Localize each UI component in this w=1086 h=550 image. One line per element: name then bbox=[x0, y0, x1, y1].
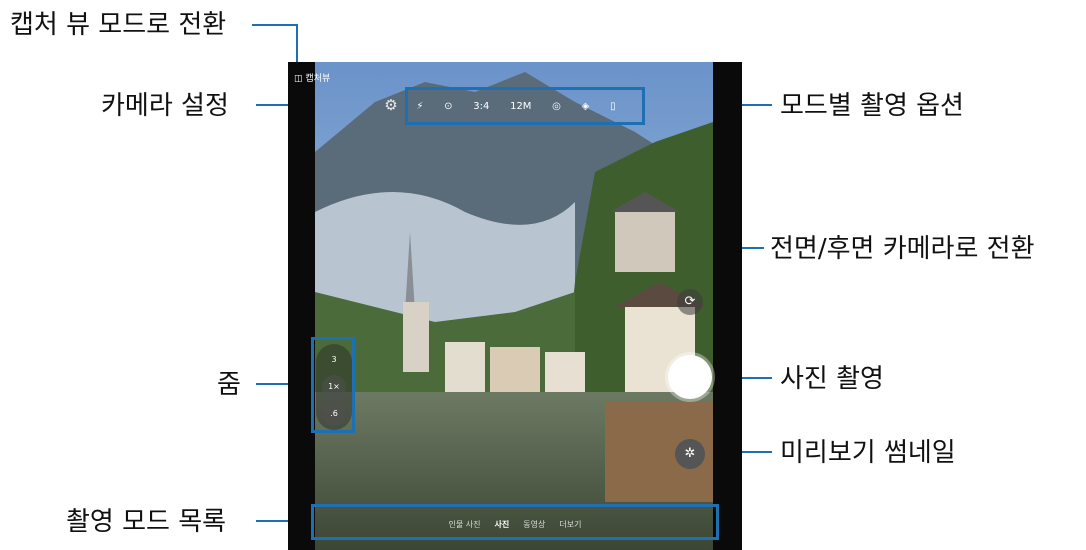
rotate-camera-icon: ⟳ bbox=[684, 294, 696, 309]
settings-button[interactable]: ⚙ bbox=[382, 96, 400, 114]
highlight-mode-options bbox=[405, 87, 645, 125]
callout-zoom: 줌 bbox=[217, 370, 241, 400]
switch-camera-button[interactable]: ⟳ bbox=[677, 289, 703, 315]
callout-switch-camera: 전면/후면 카메라로 전환 bbox=[770, 234, 1035, 264]
shutter-button[interactable] bbox=[668, 355, 712, 399]
preview-thumbnail[interactable]: ✲ bbox=[675, 439, 705, 469]
callout-mode-options: 모드별 촬영 옵션 bbox=[780, 91, 964, 121]
capture-view-label: 캡처뷰 bbox=[305, 74, 331, 84]
callout-preview-thumbnail: 미리보기 썸네일 bbox=[780, 438, 956, 468]
callout-camera-settings: 카메라 설정 bbox=[101, 91, 229, 121]
callout-capture-view: 캡처 뷰 모드로 전환 bbox=[10, 10, 227, 40]
capture-view-toggle[interactable]: ◫ 캡처뷰 bbox=[294, 71, 330, 84]
viewfinder-photo bbox=[315, 62, 713, 550]
highlight-zoom bbox=[311, 337, 355, 433]
split-view-icon: ◫ bbox=[294, 74, 303, 84]
callout-line-capture-view bbox=[252, 24, 298, 26]
gear-icon: ⚙ bbox=[384, 96, 398, 114]
callout-mode-list: 촬영 모드 목록 bbox=[66, 507, 227, 537]
camera-screen: ◫ 캡처뷰 ⚙ ⚡ ⊙ 3:4 12M ◎ ◈ ▯ 3 1× .6 ⟳ ✲ 인물… bbox=[288, 62, 742, 550]
highlight-mode-list bbox=[311, 504, 719, 540]
callout-take-photo: 사진 촬영 bbox=[780, 364, 884, 394]
thumbnail-icon: ✲ bbox=[684, 446, 696, 461]
